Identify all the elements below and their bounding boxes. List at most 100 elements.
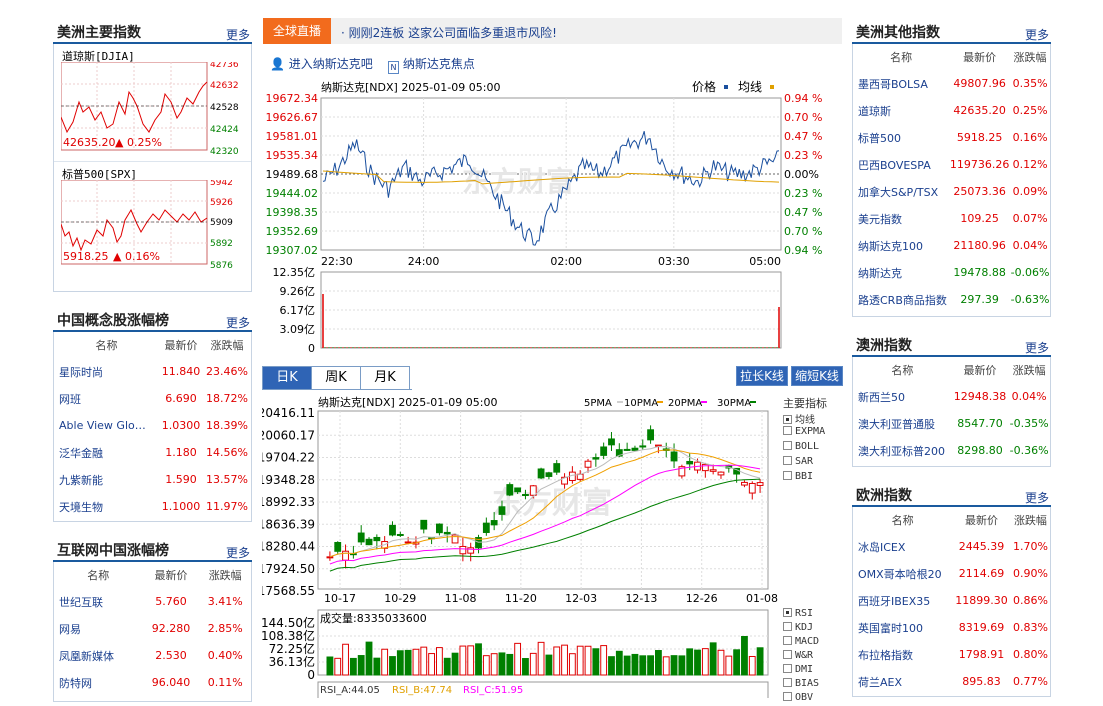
table-row[interactable]: 澳大利亚标普200 8298.80 -0.36% bbox=[853, 437, 1050, 464]
row-name-link[interactable]: 新西兰50 bbox=[853, 383, 952, 410]
table-row[interactable]: 英国富时100 8319.69 0.83% bbox=[853, 614, 1050, 641]
indicator-toggle-kdj[interactable]: KDJ bbox=[783, 622, 819, 636]
checkbox-icon[interactable] bbox=[783, 664, 792, 673]
indicator-toggle-bias[interactable]: BIAS bbox=[783, 678, 819, 692]
intraday-chart[interactable]: 纳斯达克[NDX] 2025-01-09 05:00 价格 均线 19672.34 0.… bbox=[262, 76, 844, 358]
table-row[interactable]: 天境生物 1.1000 11.97% bbox=[54, 493, 251, 520]
row-name-link[interactable]: 荷兰AEX bbox=[853, 668, 952, 695]
table-row[interactable]: 美元指数 109.25 0.07% bbox=[853, 205, 1050, 232]
us-other-more-link[interactable]: 更多 bbox=[1025, 26, 1049, 43]
table-row[interactable]: 星际时尚 11.840 23.46% bbox=[54, 358, 251, 385]
row-name-link[interactable]: 泛华金融 bbox=[54, 439, 159, 466]
checkbox-icon[interactable] bbox=[783, 622, 792, 631]
table-row[interactable]: 加拿大S&P/TSX 25073.36 0.09% bbox=[853, 178, 1050, 205]
bar-link[interactable]: 👤 进入纳斯达克吧 bbox=[270, 55, 373, 72]
table-row[interactable]: 网班 6.690 18.72% bbox=[54, 385, 251, 412]
china-concept-more-link[interactable]: 更多 bbox=[226, 314, 250, 331]
row-name-link[interactable]: 西班牙IBEX35 bbox=[853, 587, 952, 614]
row-name-link[interactable]: 路透CRB商品指数 bbox=[853, 286, 949, 313]
table-row[interactable]: 路透CRB商品指数 297.39 -0.63% bbox=[853, 286, 1050, 313]
indicator-toggle-wr[interactable]: W&R bbox=[783, 650, 819, 664]
row-name-link[interactable]: 英国富时100 bbox=[853, 614, 952, 641]
table-row[interactable]: 冰岛ICEX 2445.39 1.70% bbox=[853, 533, 1050, 560]
row-name-link[interactable]: Able View Glo… bbox=[54, 412, 159, 439]
indicator-toggle-expma[interactable]: EXPMA bbox=[783, 426, 825, 441]
table-row[interactable]: 荷兰AEX 895.83 0.77% bbox=[853, 668, 1050, 695]
dji-minichart[interactable]: 道琼斯[DJIA] 42736 42632 42528 42424 42320 … bbox=[54, 44, 251, 162]
live-news-link[interactable]: · 刚刚2连板 这家公司面临多重退市风险! bbox=[341, 24, 557, 41]
table-row[interactable]: 纳斯达克100 21180.96 0.04% bbox=[853, 232, 1050, 259]
table-row[interactable]: 泛华金融 1.180 14.56% bbox=[54, 439, 251, 466]
indicator-toggle-boll[interactable]: BOLL bbox=[783, 441, 825, 456]
row-name-link[interactable]: 美元指数 bbox=[853, 205, 949, 232]
row-name-link[interactable]: OMX哥本哈根20 bbox=[853, 560, 952, 587]
table-row[interactable]: 标普500 5918.25 0.16% bbox=[853, 124, 1050, 151]
shrink-kline-button[interactable]: 缩短K线 bbox=[791, 366, 843, 386]
table-row[interactable]: OMX哥本哈根20 2114.69 0.90% bbox=[853, 560, 1050, 587]
row-name-link[interactable]: 纳斯达克100 bbox=[853, 232, 949, 259]
indicator-toggle-macd[interactable]: MACD bbox=[783, 636, 819, 650]
row-name-link[interactable]: 网班 bbox=[54, 385, 159, 412]
tab-monthly-k[interactable]: 月K bbox=[360, 366, 410, 390]
indicator-toggle-rsi[interactable]: RSI bbox=[783, 608, 819, 622]
table-row[interactable]: 凤凰新媒体 2.530 0.40% bbox=[54, 642, 251, 669]
vol-axis-label: 72.25亿 bbox=[269, 641, 315, 656]
row-name-link[interactable]: 澳大利亚普通股 bbox=[853, 410, 952, 437]
eu-more-link[interactable]: 更多 bbox=[1025, 489, 1049, 506]
indicator-toggle-dmi[interactable]: DMI bbox=[783, 664, 819, 678]
row-name-link[interactable]: 巴西BOVESPA bbox=[853, 151, 949, 178]
stretch-kline-button[interactable]: 拉长K线 bbox=[736, 366, 788, 386]
row-name-link[interactable]: 加拿大S&P/TSX bbox=[853, 178, 949, 205]
indicator-toggle-bbi[interactable]: BBI bbox=[783, 471, 825, 486]
table-row[interactable]: 防特网 96.040 0.11% bbox=[54, 669, 251, 696]
checkbox-icon[interactable] bbox=[783, 456, 792, 465]
table-row[interactable]: 道琼斯 42635.20 0.25% bbox=[853, 97, 1050, 124]
table-row[interactable]: 新西兰50 12948.38 0.04% bbox=[853, 383, 1050, 410]
checkbox-icon[interactable] bbox=[783, 636, 792, 645]
row-name-link[interactable]: 墨西哥BOLSA bbox=[853, 70, 949, 97]
row-name-link[interactable]: 防特网 bbox=[54, 669, 143, 696]
row-name-link[interactable]: 冰岛ICEX bbox=[853, 533, 952, 560]
table-row[interactable]: 澳大利亚普通股 8547.70 -0.35% bbox=[853, 410, 1050, 437]
tab-daily-k[interactable]: 日K bbox=[262, 366, 312, 390]
row-name-link[interactable]: 标普500 bbox=[853, 124, 949, 151]
row-name-link[interactable]: 澳大利亚标普200 bbox=[853, 437, 952, 464]
row-name-link[interactable]: 布拉格指数 bbox=[853, 641, 952, 668]
kline-chart[interactable]: 纳斯达克[NDX] 2025-01-09 05:00 5PMA 10PMA 20PMA… bbox=[262, 393, 782, 698]
row-name-link[interactable]: 星际时尚 bbox=[54, 358, 159, 385]
checkbox-icon[interactable] bbox=[783, 415, 792, 424]
table-row[interactable]: Able View Glo… 1.0300 18.39% bbox=[54, 412, 251, 439]
table-row[interactable]: 墨西哥BOLSA 49807.96 0.35% bbox=[853, 70, 1050, 97]
checkbox-icon[interactable] bbox=[783, 678, 792, 687]
row-name-link[interactable]: 道琼斯 bbox=[853, 97, 949, 124]
checkbox-icon[interactable] bbox=[783, 650, 792, 659]
table-row[interactable]: 布拉格指数 1798.91 0.80% bbox=[853, 641, 1050, 668]
table-row[interactable]: 世纪互联 5.760 3.41% bbox=[54, 588, 251, 615]
live-tag[interactable]: 全球直播 bbox=[263, 18, 331, 44]
row-name-link[interactable]: 九紫新能 bbox=[54, 466, 159, 493]
row-name-link[interactable]: 天境生物 bbox=[54, 493, 159, 520]
table-row[interactable]: 纳斯达克 19478.88 -0.06% bbox=[853, 259, 1050, 286]
row-name-link[interactable]: 纳斯达克 bbox=[853, 259, 949, 286]
table-row[interactable]: 西班牙IBEX35 11899.30 0.86% bbox=[853, 587, 1050, 614]
checkbox-icon[interactable] bbox=[783, 608, 792, 617]
checkbox-icon[interactable] bbox=[783, 441, 792, 450]
row-name-link[interactable]: 世纪互联 bbox=[54, 588, 143, 615]
focus-link[interactable]: N 纳斯达克焦点 bbox=[388, 55, 475, 74]
row-name-link[interactable]: 凤凰新媒体 bbox=[54, 642, 143, 669]
indicator-toggle-sar[interactable]: SAR bbox=[783, 456, 825, 471]
row-name-link[interactable]: 网易 bbox=[54, 615, 143, 642]
internet-china-more-link[interactable]: 更多 bbox=[226, 544, 250, 561]
tab-weekly-k[interactable]: 周K bbox=[311, 366, 361, 390]
table-row[interactable]: 九紫新能 1.590 13.57% bbox=[54, 466, 251, 493]
table-row[interactable]: 网易 92.280 2.85% bbox=[54, 615, 251, 642]
checkbox-icon[interactable] bbox=[783, 692, 792, 701]
spx-minichart[interactable]: 标普500[SPX] 5942 5926 5909 5892 5876 5918… bbox=[54, 162, 251, 280]
checkbox-icon[interactable] bbox=[783, 471, 792, 480]
indicator-toggle-obv[interactable]: OBV bbox=[783, 692, 819, 706]
checkbox-icon[interactable] bbox=[783, 426, 792, 435]
indicator-toggle-[interactable]: 均线 bbox=[783, 411, 825, 426]
au-more-link[interactable]: 更多 bbox=[1025, 339, 1049, 356]
table-row[interactable]: 巴西BOVESPA 119736.26 0.12% bbox=[853, 151, 1050, 178]
us-main-more-link[interactable]: 更多 bbox=[226, 26, 250, 43]
